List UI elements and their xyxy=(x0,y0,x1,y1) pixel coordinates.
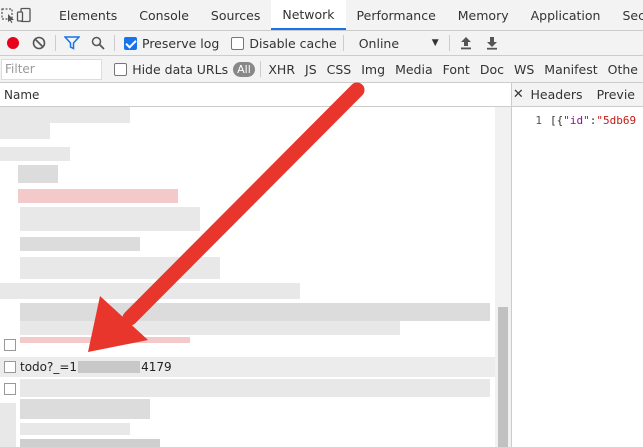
vertical-scrollbar[interactable] xyxy=(495,107,511,447)
export-har-button[interactable] xyxy=(479,31,505,56)
clear-icon xyxy=(32,36,46,50)
request-name-suffix: 4179 xyxy=(141,360,172,374)
blurred-request xyxy=(0,147,70,161)
redacted-block xyxy=(78,361,141,373)
device-toolbar-icon[interactable] xyxy=(16,0,32,30)
tab-sources[interactable]: Sources xyxy=(200,0,271,30)
preserve-log-label: Preserve log xyxy=(142,35,220,51)
blurred-request xyxy=(0,123,50,139)
blurred-request xyxy=(18,165,58,183)
checkbox-checked-icon[interactable] xyxy=(124,36,137,50)
blurred-request xyxy=(20,237,140,251)
funnel-icon xyxy=(64,36,80,50)
tab-network[interactable]: Network xyxy=(271,0,346,30)
filter-type-other[interactable]: Othe xyxy=(603,62,643,77)
blurred-request xyxy=(0,283,300,299)
request-list-pane: Name todo?_=1 4179 xyxy=(0,83,511,447)
filter-type-css[interactable]: CSS xyxy=(322,62,357,77)
filter-type-media[interactable]: Media xyxy=(390,62,438,77)
search-button[interactable] xyxy=(85,31,111,56)
table-row-todo[interactable]: todo?_=1 4179 xyxy=(0,357,495,377)
blurred-request xyxy=(0,107,130,123)
toolbar-separator xyxy=(448,35,450,51)
code-value: "5db69 xyxy=(596,114,637,127)
blurred-request xyxy=(20,207,200,231)
record-icon xyxy=(7,37,19,49)
record-button[interactable] xyxy=(0,31,26,56)
tab-console[interactable]: Console xyxy=(128,0,200,30)
filter-toggle-button[interactable] xyxy=(59,31,85,56)
disable-cache-checkbox[interactable]: Disable cache xyxy=(231,35,337,51)
hide-data-urls-label: Hide data URLs xyxy=(132,61,229,77)
close-icon[interactable]: ✕ xyxy=(512,87,525,102)
devtools-tabbar: Elements Console Sources Network Perform… xyxy=(0,0,643,31)
details-tabbar: ✕ Headers Previe xyxy=(512,83,643,107)
blurred-request xyxy=(20,399,150,419)
blurred-request xyxy=(18,189,178,203)
preserve-log-checkbox[interactable]: Preserve log xyxy=(124,36,219,51)
request-rows[interactable]: todo?_=1 4179 xyxy=(0,107,495,447)
tab-preview[interactable]: Previe xyxy=(591,87,643,102)
throttling-value: Online xyxy=(358,35,400,51)
blurred-request xyxy=(0,403,16,447)
blurred-request xyxy=(20,303,490,321)
line-number: 1 xyxy=(535,114,542,127)
filter-type-js[interactable]: JS xyxy=(300,62,322,77)
hide-data-urls-checkbox[interactable]: Hide data URLs xyxy=(114,62,228,77)
filter-separator xyxy=(259,61,261,77)
request-name-prefix: todo?_=1 xyxy=(20,360,78,374)
response-code-view: 1 [{"id": "5db69 xyxy=(512,107,643,127)
name-column-label: Name xyxy=(4,87,40,102)
import-har-button[interactable] xyxy=(453,31,479,56)
toolbar-separator xyxy=(114,35,115,51)
row-checkbox[interactable] xyxy=(4,383,16,395)
name-column-header[interactable]: Name xyxy=(0,83,511,107)
filter-type-img[interactable]: Img xyxy=(356,62,390,77)
upload-icon xyxy=(460,37,471,50)
tab-memory[interactable]: Memory xyxy=(447,0,520,30)
inspect-element-icon[interactable] xyxy=(0,0,16,30)
filter-type-manifest[interactable]: Manifest xyxy=(539,62,602,77)
tab-elements[interactable]: Elements xyxy=(48,0,128,30)
code-bracket: [{ xyxy=(550,114,564,127)
search-icon xyxy=(91,36,105,50)
clear-button[interactable] xyxy=(26,31,52,56)
tab-headers[interactable]: Headers xyxy=(525,87,591,102)
filter-type-font[interactable]: Font xyxy=(438,62,475,77)
filter-type-ws[interactable]: WS xyxy=(509,62,539,77)
checkbox-unchecked-icon[interactable] xyxy=(114,62,128,76)
blurred-request xyxy=(20,379,490,397)
disable-cache-label: Disable cache xyxy=(249,35,337,51)
tab-performance[interactable]: Performance xyxy=(346,0,447,30)
request-details-pane: ✕ Headers Previe 1 [{"id": "5db69 xyxy=(512,83,643,447)
blurred-request xyxy=(20,257,220,279)
tab-security[interactable]: Security xyxy=(611,0,643,30)
tab-application[interactable]: Application xyxy=(520,0,612,30)
throttling-select[interactable]: Online ▼ xyxy=(359,36,439,51)
blurred-request xyxy=(20,321,400,335)
table-row[interactable] xyxy=(0,335,495,355)
scrollbar-thumb[interactable] xyxy=(498,307,508,447)
network-toolbar: Preserve log Disable cache Online ▼ xyxy=(0,31,643,56)
filter-type-xhr[interactable]: XHR xyxy=(263,62,300,77)
toolbar-separator xyxy=(55,35,56,51)
checkbox-unchecked-icon[interactable] xyxy=(231,36,245,50)
blurred-request xyxy=(20,423,130,435)
chevron-down-icon: ▼ xyxy=(431,38,439,48)
filter-type-doc[interactable]: Doc xyxy=(475,62,509,77)
row-checkbox[interactable] xyxy=(4,361,16,373)
filter-type-all[interactable]: All xyxy=(233,61,255,77)
filter-input[interactable]: Filter xyxy=(1,58,103,80)
request-name: todo?_=1 4179 xyxy=(20,360,172,374)
filter-bar: Filter Hide data URLs All XHR JS CSS Img… xyxy=(0,56,643,83)
row-checkbox[interactable] xyxy=(4,339,16,351)
toolbar-separator xyxy=(342,35,344,51)
code-key: "id" xyxy=(563,114,590,127)
download-icon xyxy=(486,37,497,50)
code-colon: : xyxy=(589,114,597,127)
blurred-request xyxy=(20,439,160,447)
